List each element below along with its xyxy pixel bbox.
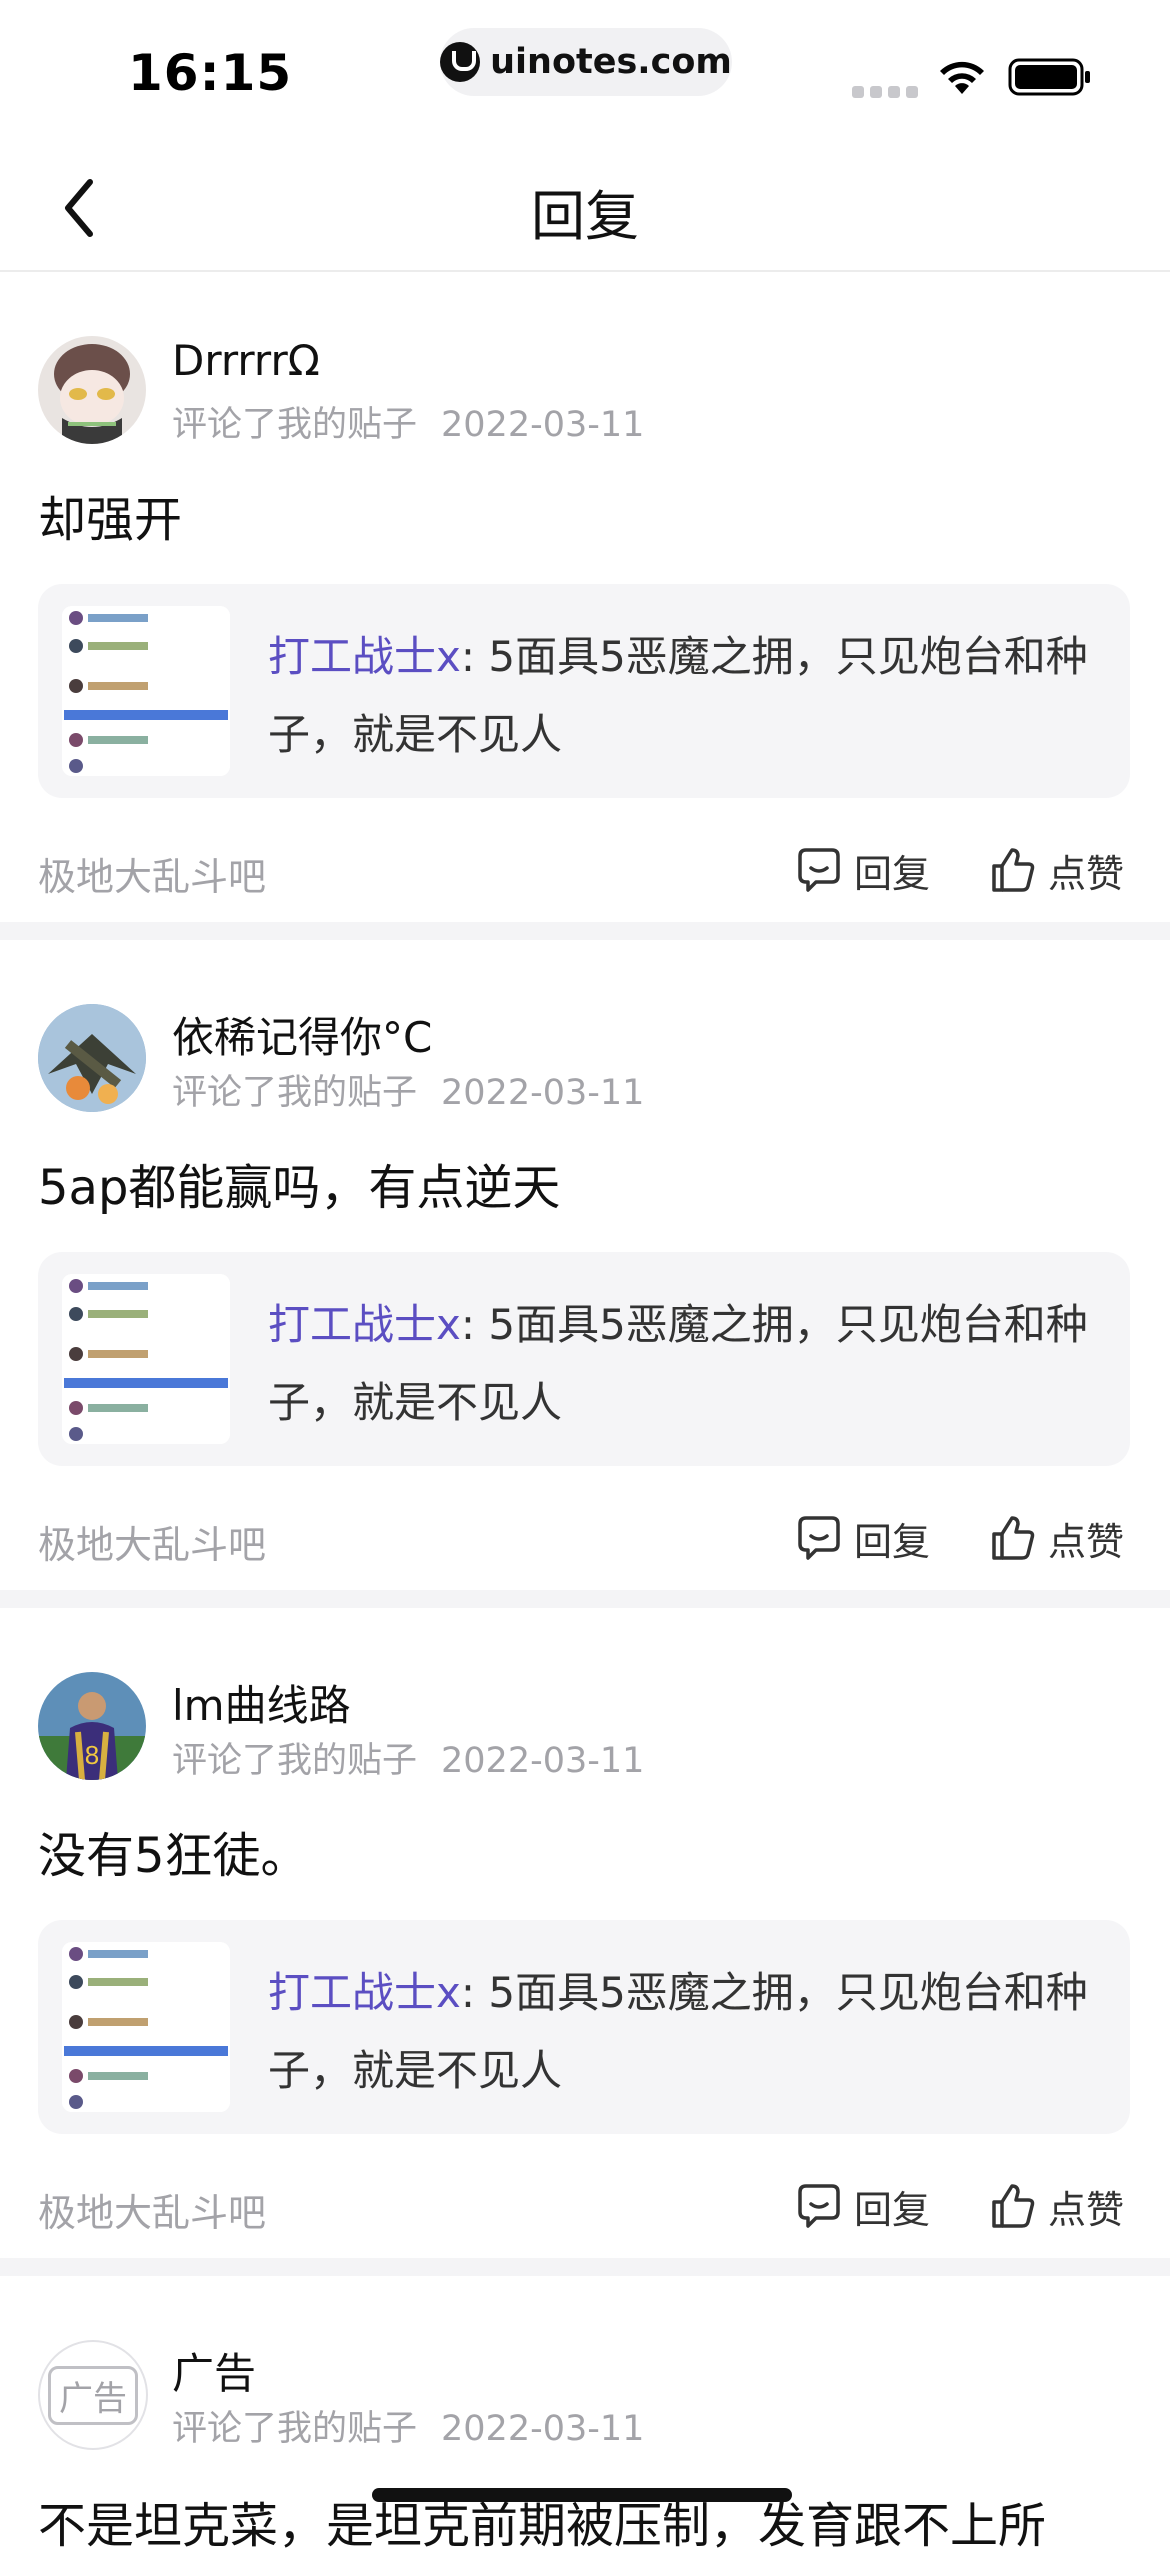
reply-icon [798, 848, 840, 892]
reply-label: 回复 [854, 851, 931, 896]
reply-icon [798, 2184, 840, 2228]
status-time: 16:15 [128, 44, 293, 102]
ad-avatar[interactable]: 广告 [38, 2340, 148, 2450]
post-meta: 评论了我的贴子 2022-03-11 [172, 1732, 644, 1783]
page-title: 回复 [531, 185, 639, 248]
username[interactable]: DrrrrrΩ [172, 336, 320, 385]
like-label: 点赞 [1048, 851, 1125, 896]
post-meta: 评论了我的贴子 2022-03-11 [172, 396, 644, 447]
card-divider [0, 2258, 1170, 2276]
reply-icon [798, 1516, 840, 1560]
quoted-author[interactable]: 打工战士x [268, 1300, 461, 1349]
post-meta: 评论了我的贴子 2022-03-11 [172, 1064, 644, 1115]
action-text: 评论了我的贴子 [172, 405, 418, 445]
quoted-post[interactable]: 打工战士x: 5面具5恶魔之拥，只见炮台和种子，就是不见人 [38, 1920, 1130, 2134]
forum-name[interactable]: 极地大乱斗吧 [38, 1514, 266, 1569]
card-footer: 极地大乱斗吧 回复 点赞 [38, 840, 1130, 900]
status-bar: 16:15 uinotes.com [0, 0, 1170, 140]
svg-text:8: 8 [85, 1740, 99, 1770]
quoted-text: 打工战士x: 5面具5恶魔之拥，只见炮台和种子，就是不见人 [268, 1286, 1098, 1442]
site-logo-icon [440, 42, 481, 82]
post-meta: 评论了我的贴子 2022-03-11 [172, 2400, 644, 2451]
cellular-signal-icon [852, 86, 918, 98]
reply-card[interactable]: DrrrrrΩ 评论了我的贴子 2022-03-11 却强开 打工战士x: 5面具… [0, 272, 1170, 922]
thumbs-up-icon [992, 1516, 1035, 1560]
ad-card[interactable]: 广告 广告 评论了我的贴子 2022-03-11 不是坦克菜，是坦克前期被压制，发… [0, 2276, 1170, 2554]
like-button[interactable]: 点赞 [990, 840, 1124, 900]
url-text: uinotes.com [490, 42, 732, 82]
quoted-author[interactable]: 打工战士x [268, 1968, 461, 2017]
forum-name[interactable]: 极地大乱斗吧 [38, 846, 266, 901]
like-label: 点赞 [1048, 2187, 1125, 2232]
avatar[interactable]: 8 [38, 1672, 146, 1780]
forum-name[interactable]: 极地大乱斗吧 [38, 2182, 266, 2237]
comment-text: 5ap都能赢吗，有点逆天 [38, 1160, 561, 1216]
username[interactable]: lm曲线路 [172, 1672, 351, 1733]
nav-bar: 回复 [0, 140, 1170, 272]
avatar[interactable] [38, 336, 146, 444]
action-text: 评论了我的贴子 [172, 1741, 418, 1781]
like-button[interactable]: 点赞 [990, 2176, 1124, 2236]
like-label: 点赞 [1048, 1519, 1125, 1564]
quoted-text: 打工战士x: 5面具5恶魔之拥，只见炮台和种子，就是不见人 [268, 618, 1098, 774]
battery-icon [1008, 58, 1090, 96]
card-footer: 极地大乱斗吧 回复 点赞 [38, 2176, 1130, 2236]
post-date: 2022-03-11 [441, 1073, 645, 1113]
quoted-text: 打工战士x: 5面具5恶魔之拥，只见炮台和种子，就是不见人 [268, 1954, 1098, 2110]
username[interactable]: 广告 [172, 2340, 256, 2401]
comment-text: 没有5狂徒。 [38, 1828, 309, 1884]
reply-card[interactable]: 依稀记得你°C 评论了我的贴子 2022-03-11 5ap都能赢吗，有点逆天 打… [0, 940, 1170, 1590]
action-text: 评论了我的贴子 [172, 2409, 418, 2449]
username[interactable]: 依稀记得你°C [172, 1004, 432, 1065]
avatar[interactable] [38, 1004, 146, 1112]
reply-button[interactable]: 回复 [796, 1508, 930, 1568]
post-date: 2022-03-11 [441, 1741, 645, 1781]
card-divider [0, 1590, 1170, 1608]
post-date: 2022-03-11 [441, 2409, 645, 2449]
wifi-icon [940, 61, 984, 94]
thumbs-up-icon [992, 2184, 1035, 2228]
home-indicator [372, 2488, 792, 2502]
action-text: 评论了我的贴子 [172, 1073, 418, 1113]
post-date: 2022-03-11 [441, 405, 645, 445]
quoted-author[interactable]: 打工战士x [268, 632, 461, 681]
quoted-post[interactable]: 打工战士x: 5面具5恶魔之拥，只见炮台和种子，就是不见人 [38, 1252, 1130, 1466]
like-button[interactable]: 点赞 [990, 1508, 1124, 1568]
ad-badge: 广告 [48, 2365, 138, 2425]
reply-label: 回复 [854, 1519, 931, 1564]
reply-button[interactable]: 回复 [796, 840, 930, 900]
card-divider [0, 922, 1170, 940]
quoted-post-thumbnail [62, 1942, 230, 2112]
quoted-post[interactable]: 打工战士x: 5面具5恶魔之拥，只见炮台和种子，就是不见人 [38, 584, 1130, 798]
thumbs-up-icon [992, 848, 1035, 892]
quoted-post-thumbnail [62, 1274, 230, 1444]
quoted-post-thumbnail [62, 606, 230, 776]
reply-button[interactable]: 回复 [796, 2176, 930, 2236]
url-pill[interactable]: uinotes.com [440, 28, 732, 96]
reply-card[interactable]: 8 lm曲线路 评论了我的贴子 2022-03-11 没有5狂徒。 打工战士x: … [0, 1608, 1170, 2258]
reply-label: 回复 [854, 2187, 931, 2232]
comment-text: 却强开 [38, 492, 183, 548]
reply-feed: DrrrrrΩ 评论了我的贴子 2022-03-11 却强开 打工战士x: 5面具… [0, 272, 1170, 2554]
card-footer: 极地大乱斗吧 回复 点赞 [38, 1508, 1130, 1568]
